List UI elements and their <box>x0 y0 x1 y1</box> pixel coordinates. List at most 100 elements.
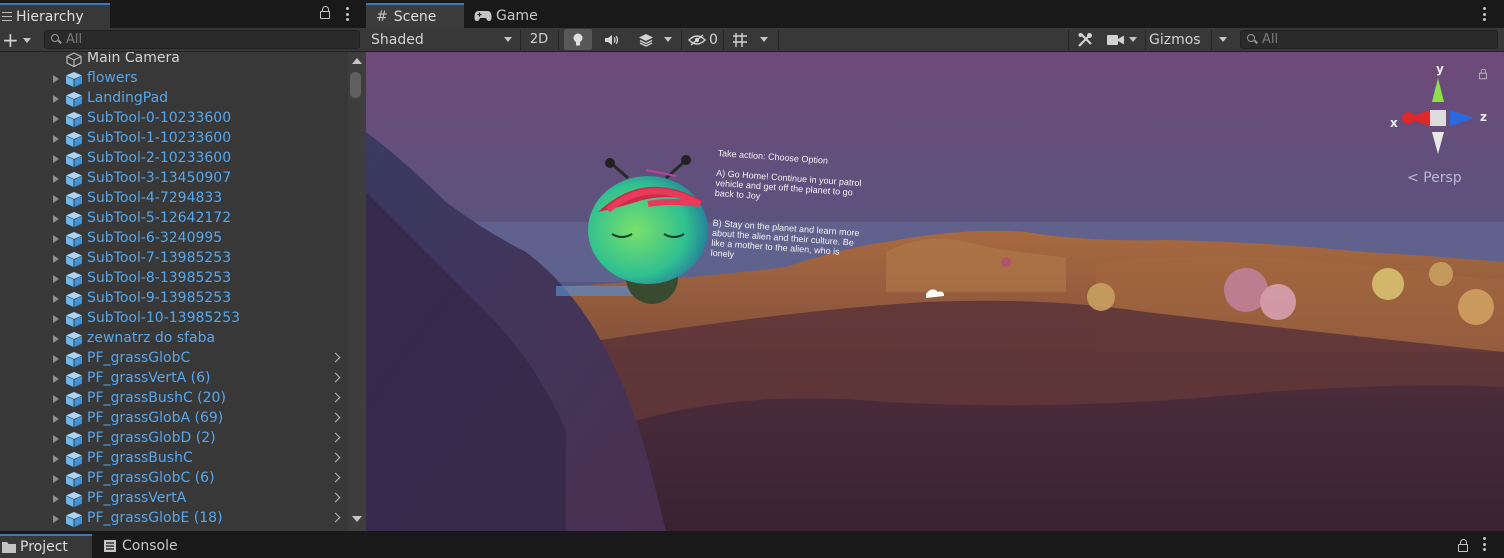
hierarchy-row[interactable]: PF_grassBushC (20) <box>0 389 348 409</box>
hierarchy-row[interactable]: SubTool-2-10233600 <box>0 149 348 169</box>
expand-arrow-icon[interactable] <box>53 455 59 463</box>
expand-arrow-icon[interactable] <box>53 135 59 143</box>
effects-dropdown[interactable] <box>632 28 678 51</box>
axis-z-label[interactable]: z <box>1480 110 1487 124</box>
hierarchy-row[interactable]: SubTool-3-13450907 <box>0 169 348 189</box>
hierarchy-row[interactable]: SubTool-7-13985253 <box>0 249 348 269</box>
grid-snap-dropdown[interactable] <box>726 28 774 51</box>
more-options-icon[interactable] <box>345 7 349 21</box>
audio-toggle-button[interactable] <box>598 28 626 51</box>
camera-settings-dropdown[interactable] <box>1102 28 1142 51</box>
expand-arrow-icon[interactable] <box>53 235 59 243</box>
tab-scene[interactable]: # Scene <box>366 3 464 28</box>
tab-hierarchy[interactable]: Hierarchy <box>0 3 110 28</box>
hierarchy-row[interactable]: PF_grassGlobA (69) <box>0 409 348 429</box>
axis-y-label[interactable]: y <box>1436 62 1444 76</box>
prefab-cube-icon <box>66 332 82 347</box>
hierarchy-row[interactable]: SubTool-10-13985253 <box>0 309 348 329</box>
expand-arrow-icon[interactable] <box>53 255 59 263</box>
bottom-more-options-icon[interactable] <box>1482 537 1486 551</box>
open-prefab-chevron-icon[interactable] <box>330 512 341 523</box>
hierarchy-row[interactable]: Main Camera <box>0 52 348 69</box>
open-prefab-chevron-icon[interactable] <box>330 432 341 443</box>
hierarchy-row[interactable]: PF_grassGlobC <box>0 349 348 369</box>
hierarchy-row[interactable]: PF_grassGlobE (18) <box>0 509 348 529</box>
expand-arrow-icon[interactable] <box>53 415 59 423</box>
scroll-up-arrow-icon[interactable] <box>352 58 362 64</box>
hierarchy-row[interactable]: SubTool-4-7294833 <box>0 189 348 209</box>
hierarchy-scrollbar[interactable] <box>348 52 366 531</box>
2d-toggle-button[interactable]: 2D <box>524 28 554 51</box>
hierarchy-row-label: SubTool-9-13985253 <box>87 290 232 306</box>
hierarchy-row[interactable]: flowers <box>0 69 348 89</box>
scene-render <box>366 52 1504 531</box>
expand-arrow-icon[interactable] <box>53 155 59 163</box>
expand-arrow-icon[interactable] <box>53 495 59 503</box>
expand-arrow-icon[interactable] <box>53 315 59 323</box>
hierarchy-row[interactable]: SubTool-9-13985253 <box>0 289 348 309</box>
expand-arrow-icon[interactable] <box>53 175 59 183</box>
expand-arrow-icon[interactable] <box>53 475 59 483</box>
hierarchy-row[interactable]: PF_grassGlobC (6) <box>0 469 348 489</box>
gizmos-toggle-button[interactable]: Gizmos <box>1146 28 1212 51</box>
expand-arrow-icon[interactable] <box>53 335 59 343</box>
hierarchy-row[interactable]: SubTool-1-10233600 <box>0 129 348 149</box>
expand-arrow-icon[interactable] <box>53 75 59 83</box>
open-prefab-chevron-icon[interactable] <box>330 472 341 483</box>
prefab-cube-icon <box>66 292 82 307</box>
hierarchy-row[interactable]: PF_grassVertA (6) <box>0 369 348 389</box>
tab-game[interactable]: Game <box>470 3 550 28</box>
scroll-down-arrow-icon[interactable] <box>352 516 362 522</box>
expand-arrow-icon[interactable] <box>53 395 59 403</box>
hierarchy-search-input[interactable]: All <box>44 30 360 49</box>
hierarchy-row[interactable]: PF_grassBushC <box>0 449 348 469</box>
create-button[interactable]: + <box>0 29 36 51</box>
hierarchy-row[interactable]: SubTool-5-12642172 <box>0 209 348 229</box>
expand-arrow-icon[interactable] <box>53 355 59 363</box>
scene-more-options-icon[interactable] <box>1482 7 1486 21</box>
gizmo-lock-icon[interactable] <box>1479 68 1487 80</box>
scene-viewport[interactable]: Take action: Choose Option A) Go Home! C… <box>366 52 1504 531</box>
hierarchy-row[interactable]: LandingPad <box>0 89 348 109</box>
hierarchy-list[interactable]: Main Camera flowers LandingPad SubTool-0-10… <box>0 52 348 531</box>
expand-arrow-icon[interactable] <box>53 435 59 443</box>
tab-project[interactable]: Project <box>0 534 92 558</box>
scene-tabbar: # Scene Game <box>366 0 1504 28</box>
axis-x-label[interactable]: x <box>1390 116 1398 130</box>
lock-icon[interactable] <box>320 6 330 19</box>
hierarchy-row[interactable]: SubTool-6-3240995 <box>0 229 348 249</box>
hidden-count: 0 <box>709 31 718 48</box>
expand-arrow-icon[interactable] <box>53 95 59 103</box>
hierarchy-row[interactable]: PF_grassGlobD (2) <box>0 429 348 449</box>
expand-arrow-icon[interactable] <box>53 195 59 203</box>
open-prefab-chevron-icon[interactable] <box>330 352 341 363</box>
hierarchy-row[interactable]: zewnatrz do sfaba <box>0 329 348 349</box>
expand-arrow-icon[interactable] <box>53 275 59 283</box>
camera-dropdown-icon <box>1129 37 1137 42</box>
open-prefab-chevron-icon[interactable] <box>330 492 341 503</box>
open-prefab-chevron-icon[interactable] <box>330 372 341 383</box>
gizmos-dropdown[interactable] <box>1212 28 1234 51</box>
lighting-toggle-button[interactable] <box>564 29 592 50</box>
gameobject-icon <box>66 52 82 68</box>
scrollbar-thumb[interactable] <box>350 72 361 98</box>
expand-arrow-icon[interactable] <box>53 115 59 123</box>
hierarchy-row[interactable]: SubTool-0-10233600 <box>0 109 348 129</box>
open-prefab-chevron-icon[interactable] <box>330 452 341 463</box>
scene-search-input[interactable]: All <box>1240 30 1498 49</box>
expand-arrow-icon[interactable] <box>53 515 59 523</box>
tools-button[interactable] <box>1072 28 1098 51</box>
hierarchy-row[interactable]: PF_grassVertA <box>0 489 348 509</box>
open-prefab-chevron-icon[interactable] <box>330 392 341 403</box>
hierarchy-row[interactable]: SubTool-8-13985253 <box>0 269 348 289</box>
expand-arrow-icon[interactable] <box>53 215 59 223</box>
projection-toggle[interactable]: < Persp <box>1407 170 1462 186</box>
expand-arrow-icon[interactable] <box>53 295 59 303</box>
orientation-gizmo[interactable]: y x z <box>1388 62 1488 162</box>
tab-console[interactable]: Console <box>100 534 190 558</box>
open-prefab-chevron-icon[interactable] <box>330 412 341 423</box>
shading-mode-dropdown[interactable]: Shaded <box>366 28 520 51</box>
expand-arrow-icon[interactable] <box>53 375 59 383</box>
hidden-objects-toggle[interactable]: 0 <box>684 28 722 51</box>
bottom-lock-icon[interactable] <box>1458 539 1468 552</box>
